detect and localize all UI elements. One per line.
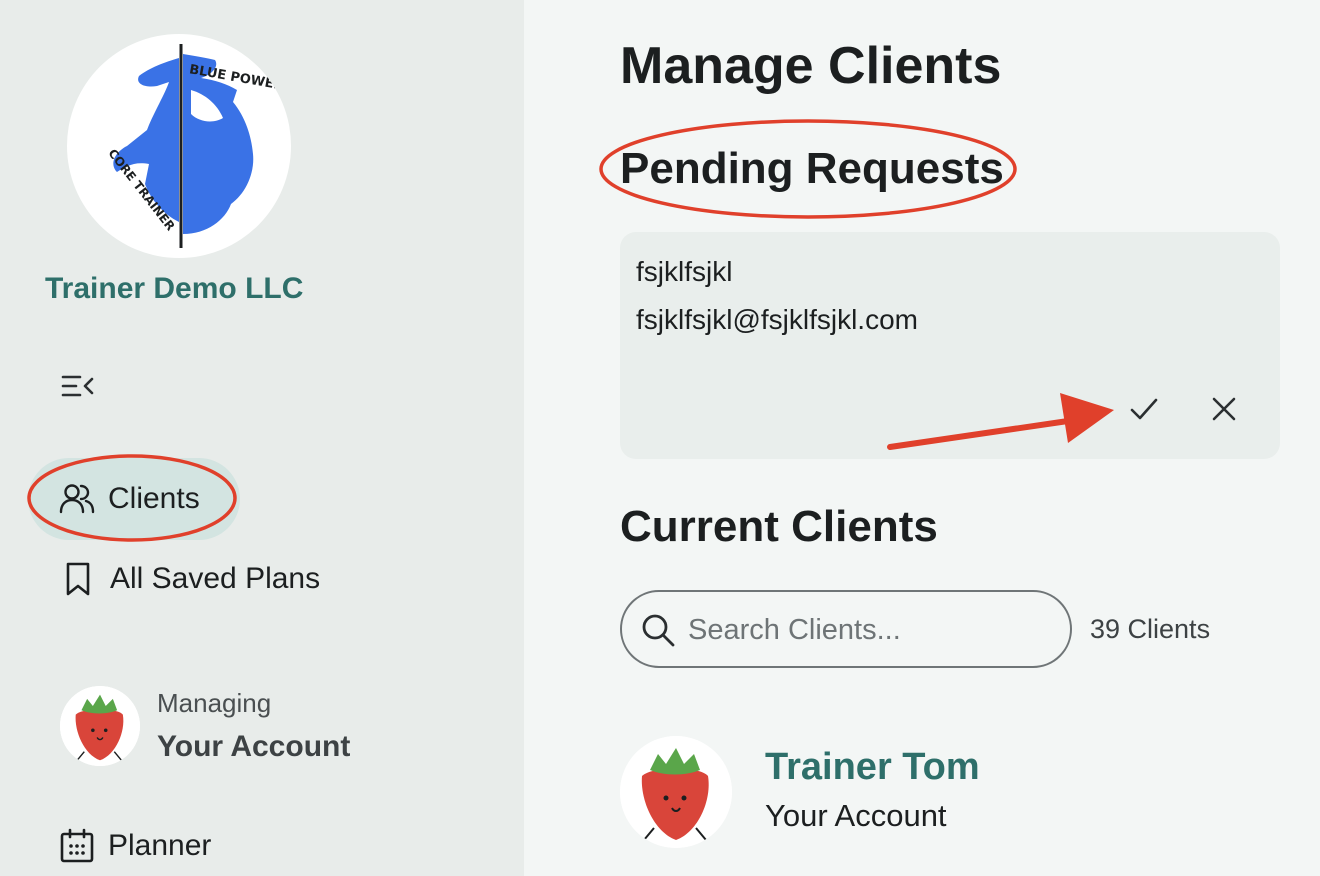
client-subtitle: Your Account [765, 798, 947, 833]
client-search-input[interactable] [686, 606, 1060, 654]
collapse-sidebar-icon [61, 375, 94, 397]
managing-account-name: Your Account [157, 730, 351, 763]
blue-power-core-trainer-logo-icon: BLUE POWER CORE TRAINER [105, 44, 285, 248]
app-page: BLUE POWER CORE TRAINER Trainer Demo LLC… [0, 0, 1320, 876]
client-search-box [620, 590, 1072, 668]
check-icon [1130, 398, 1158, 420]
collapse-sidebar-button[interactable] [60, 370, 96, 402]
org-name: Trainer Demo LLC [45, 272, 304, 305]
calendar-icon [60, 828, 94, 863]
org-logo: BLUE POWER CORE TRAINER [67, 34, 291, 258]
page-title: Manage Clients [620, 37, 1002, 95]
sidebar: BLUE POWER CORE TRAINER Trainer Demo LLC… [0, 0, 524, 876]
bookmark-icon [66, 562, 90, 596]
sidebar-item-planner-label: Planner [108, 829, 212, 862]
sidebar-item-clients-label: Clients [108, 482, 200, 515]
client-list-item[interactable]: Trainer Tom Your Account [620, 734, 1280, 854]
request-name: fsjklfsjkl [636, 256, 733, 287]
users-icon [59, 484, 95, 514]
client-count: 39 Clients [1090, 614, 1211, 644]
pending-request-card: fsjklfsjkl fsjklfsjkl@fsjklfsjkl.com [620, 232, 1280, 459]
client-avatar [620, 736, 732, 848]
managing-label: Managing [157, 688, 272, 718]
strawberry-avatar-icon [620, 736, 732, 848]
accept-request-button[interactable] [1122, 387, 1166, 431]
request-email: fsjklfsjkl@fsjklfsjkl.com [636, 304, 918, 335]
pending-requests-heading: Pending Requests [620, 144, 1004, 193]
sidebar-item-clients[interactable]: Clients [28, 458, 240, 540]
search-icon [642, 614, 675, 647]
managing-avatar [60, 686, 140, 766]
current-clients-heading: Current Clients [620, 502, 938, 551]
sidebar-item-planner[interactable]: Planner [58, 824, 211, 868]
sidebar-item-saved-plans[interactable]: All Saved Plans [60, 556, 320, 602]
reject-request-button[interactable] [1202, 387, 1246, 431]
managing-account-switcher[interactable]: Managing Your Account [60, 686, 380, 770]
client-name: Trainer Tom [765, 746, 980, 788]
close-icon [1212, 397, 1236, 421]
strawberry-avatar-icon [60, 686, 140, 766]
sidebar-item-saved-plans-label: All Saved Plans [110, 562, 321, 595]
